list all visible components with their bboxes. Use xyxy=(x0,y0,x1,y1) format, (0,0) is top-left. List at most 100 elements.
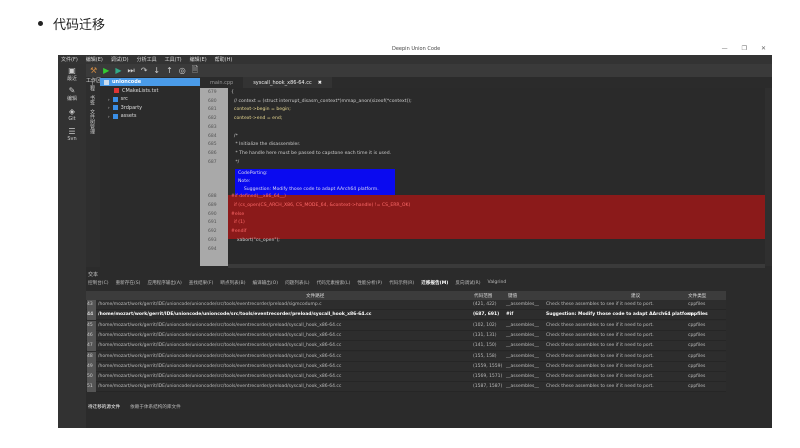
code-line: context->end = end; xyxy=(231,116,283,122)
menu-item[interactable]: 编辑(E) xyxy=(190,56,207,63)
step-icon[interactable]: ⏭ xyxy=(127,66,134,76)
maximize-icon[interactable]: ❐ xyxy=(742,45,747,52)
editor-tab[interactable]: syscall_hook_x86-64.cc ✖ xyxy=(243,77,332,88)
table-row[interactable]: 44/home/mozart/work/gerrit/IDE/unioncode… xyxy=(86,310,726,321)
minimize-icon[interactable]: — xyxy=(722,45,728,52)
cell-path: /home/mozart/work/gerrit/IDE/unioncode/u… xyxy=(98,353,342,359)
expand-icon[interactable]: › xyxy=(108,114,110,119)
cell-type: cppfiles xyxy=(688,322,706,328)
panel-tab[interactable]: 应用程序输出(A) xyxy=(147,280,181,286)
hammer-icon[interactable]: ⚒ xyxy=(90,66,97,75)
column-header[interactable]: 代码范围 xyxy=(474,293,492,299)
activity-bar: ▣ 最近 ✎ 编辑 ◈ Git ☰ Svn xyxy=(58,64,86,428)
menu-item[interactable]: 工具(T) xyxy=(165,56,182,63)
column-header[interactable]: 建议 xyxy=(631,293,640,299)
panel-tabs: 控制台(C) 重新存在(S) 应用程序输出(A) 查找结果(F) 断点列表(B) 编译输出… xyxy=(88,280,506,286)
table-row[interactable]: 45/home/mozart/work/gerrit/IDE/unioncode… xyxy=(86,320,726,331)
run-icon[interactable]: ▶ xyxy=(103,66,109,75)
menu-item[interactable]: 调试(D) xyxy=(111,56,129,63)
activity-item[interactable]: ✎ 编辑 xyxy=(58,84,86,104)
table-row[interactable]: 50/home/mozart/work/gerrit/IDE/unioncode… xyxy=(86,372,726,383)
column-header[interactable]: 键值 xyxy=(508,293,517,299)
code-line: * Initialize the disassembler. xyxy=(231,142,301,148)
panel-tab[interactable]: Valgrind xyxy=(488,280,507,286)
panel-tab[interactable]: 重新存在(S) xyxy=(116,280,141,286)
close-tab-icon[interactable]: ✖ xyxy=(318,80,322,86)
panel-tab[interactable]: 性能分析(P) xyxy=(357,280,382,286)
panel-tab[interactable]: 查找结果(F) xyxy=(189,280,214,286)
stop-icon[interactable]: ◎ xyxy=(179,66,186,75)
row-number: 45 xyxy=(87,320,96,331)
cell-range: (1587, 1587) xyxy=(473,384,503,390)
project-tree: 工作区 unioncode CMakeLists.txt › src › 3rdparty ›… xyxy=(86,77,200,267)
file-icon[interactable]: 🗎 xyxy=(192,64,198,78)
panel-tab[interactable]: 迁移报告(M) xyxy=(421,280,448,286)
menu-item[interactable]: 编辑(E) xyxy=(86,56,103,63)
cell-key: __assembles__ xyxy=(506,302,539,307)
expand-icon[interactable]: › xyxy=(108,97,110,102)
cell-type: cppfiles xyxy=(688,384,706,390)
table-row[interactable]: 49/home/mozart/work/gerrit/IDE/unioncode… xyxy=(86,361,726,372)
table-row[interactable]: 48/home/mozart/work/gerrit/IDE/unioncode… xyxy=(86,351,726,362)
line-number: 680 xyxy=(208,98,217,104)
editor-scrollbar[interactable] xyxy=(765,88,772,266)
panel-tab[interactable]: 控制台(C) xyxy=(88,280,109,286)
step-over-icon[interactable]: ↷ xyxy=(141,66,148,75)
tree-item[interactable]: CMakeLists.txt xyxy=(114,87,158,95)
cell-suggest: Check these assembles to see if it need … xyxy=(546,384,654,390)
panel-tab[interactable]: 反向调试(R) xyxy=(455,280,480,286)
ide-screenshot: Deepin Union Code — ❐ ✕ 文件(F) 编辑(E) 调试(D) 分析工… xyxy=(58,43,772,428)
menu-item[interactable]: 分析工具 xyxy=(137,56,157,63)
table-row[interactable]: 51/home/mozart/work/gerrit/IDE/unioncode… xyxy=(86,382,726,393)
cell-path: /home/mozart/work/gerrit/IDE/unioncode/u… xyxy=(98,312,372,318)
line-number: 688 xyxy=(208,194,217,200)
panel-tab[interactable]: 编译输出(O) xyxy=(253,280,279,286)
code-line: xabort("cs_open"); xyxy=(231,237,280,243)
line-number: 690 xyxy=(208,211,217,217)
activity-label: Svn xyxy=(67,135,77,142)
line-number: 687 xyxy=(208,159,217,165)
column-header[interactable]: 文件类型 xyxy=(688,293,706,299)
panel-tab[interactable]: 问题列表(L) xyxy=(285,280,310,286)
column-header[interactable]: 文件路径 xyxy=(306,293,324,299)
tree-item[interactable]: › assets xyxy=(108,112,137,120)
tree-label: CMakeLists.txt xyxy=(122,87,159,94)
line-number: 682 xyxy=(208,116,217,122)
close-icon[interactable]: ✕ xyxy=(761,45,766,52)
activity-item[interactable]: ◈ Git xyxy=(58,104,86,124)
step-into-icon[interactable]: ↓ xyxy=(153,66,160,75)
code-line: #else xyxy=(231,211,245,217)
folder-icon xyxy=(112,113,118,119)
code-line: */ xyxy=(231,159,240,165)
activity-label: 编辑 xyxy=(66,96,77,102)
activity-item[interactable]: ▣ 最近 xyxy=(58,64,86,84)
line-number: 691 xyxy=(208,220,217,226)
tree-item[interactable]: unioncode xyxy=(100,78,200,86)
tree-item[interactable]: › src xyxy=(108,95,128,103)
panel-tab[interactable]: 断点列表(B) xyxy=(220,280,245,286)
table-row[interactable]: 46/home/mozart/work/gerrit/IDE/unioncode… xyxy=(86,330,726,341)
cell-type: cppfiles xyxy=(688,363,706,369)
expand-icon[interactable]: › xyxy=(108,105,110,110)
tree-item[interactable]: › 3rdparty xyxy=(108,104,142,112)
sidebar-tab[interactable]: 书签 xyxy=(89,95,96,105)
activity-label: 最近 xyxy=(66,76,77,82)
panel-tab[interactable]: 代码元素搜索(L) xyxy=(317,280,351,286)
report-tab[interactable]: 依赖于体系结构的库文件 xyxy=(130,404,181,410)
menu-item[interactable]: 帮助(H) xyxy=(215,56,233,63)
table-row[interactable]: 43/home/mozart/work/gerrit/IDE/unioncode… xyxy=(86,300,726,310)
debug-icon[interactable]: ▶ xyxy=(115,66,121,75)
activity-item[interactable]: ☰ Svn xyxy=(58,124,86,144)
table-row[interactable]: 47/home/mozart/work/gerrit/IDE/unioncode… xyxy=(86,341,726,352)
editor-tab[interactable]: main.cpp xyxy=(200,77,243,88)
report-tab[interactable]: 待迁移的源文件 xyxy=(88,404,120,410)
panel-tab[interactable]: 代码示例(R) xyxy=(389,280,414,286)
step-out-icon[interactable]: ↑ xyxy=(166,66,173,75)
menu-item[interactable]: 文件(F) xyxy=(61,56,78,63)
cell-range: (687, 691) xyxy=(473,312,500,318)
activity-icon: ☰ xyxy=(68,126,76,136)
line-gutter: 679 680 681 682 683 684 685 686 687 688 689 690 691 6… xyxy=(200,88,228,266)
code-line: * The handle here must be passed to caps… xyxy=(231,150,392,156)
cell-key: #if xyxy=(506,312,514,318)
sidebar-tab[interactable]: 文件树管理 xyxy=(89,109,96,134)
